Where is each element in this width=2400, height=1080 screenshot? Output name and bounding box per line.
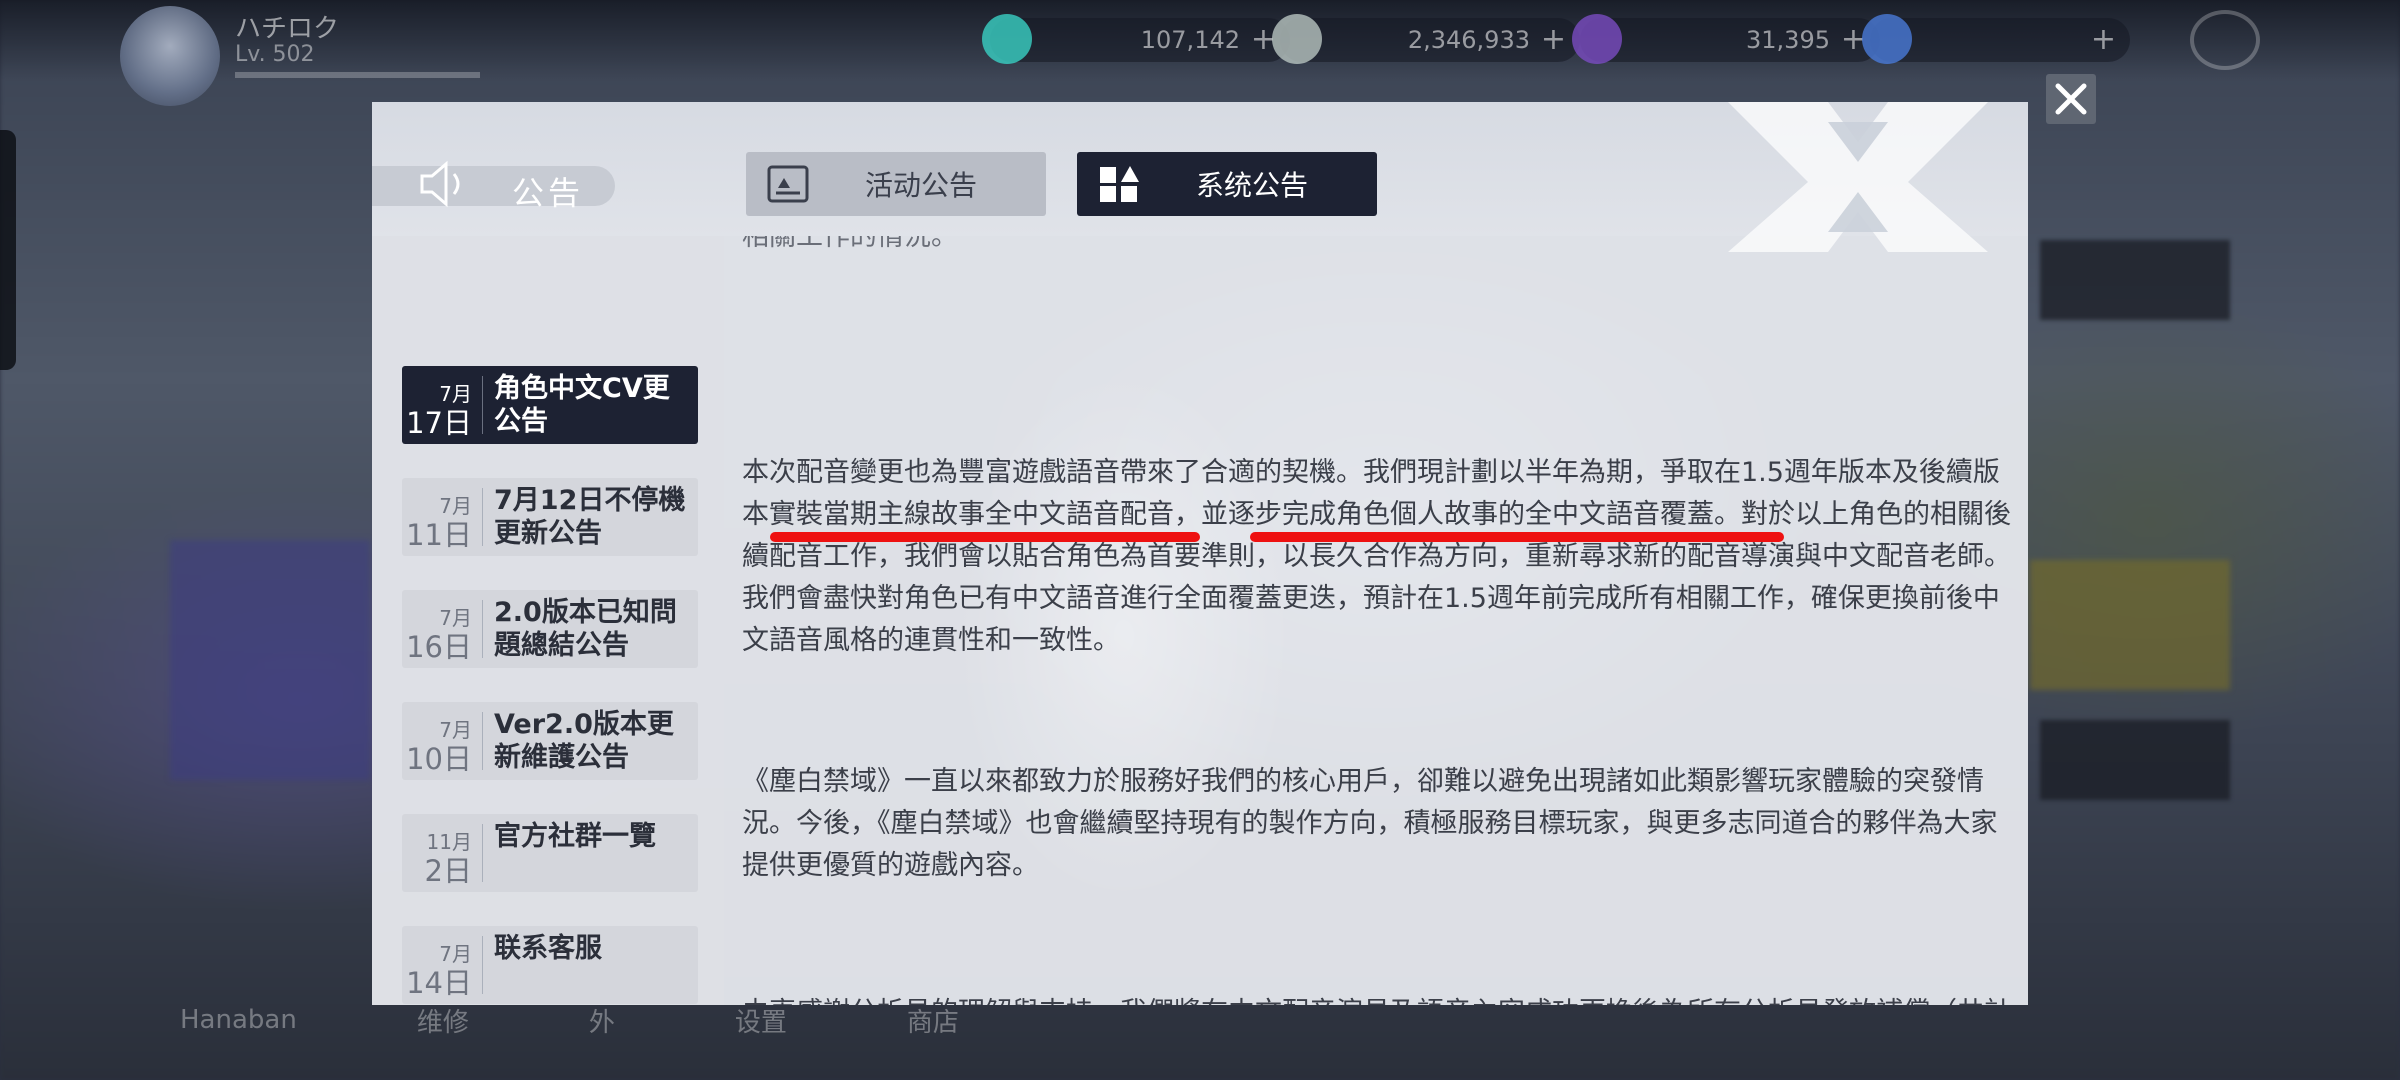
item-title: 官方社群一覽 bbox=[494, 821, 656, 852]
content-paragraph: 本次配音變更也為豐富遊戲語音帶來了合適的契機。我們現計劃以半年為期，爭取在1.5… bbox=[742, 457, 2011, 656]
highlight-underline bbox=[1250, 532, 1784, 542]
bottom-label[interactable]: 商店 bbox=[907, 1002, 959, 1039]
tab-label: 系统公告 bbox=[1195, 169, 1308, 202]
dialog-header: 公告 活动公告 系统公告 bbox=[372, 102, 2028, 252]
content-paragraph: 由衷感謝分析員的理解與支持，我們將在中文配音演員及語音內容成功更換後為所有分析員… bbox=[742, 992, 2012, 1005]
list-item[interactable]: 7月 14日 联系客服 bbox=[402, 926, 698, 1004]
currency-amount: 107,142 bbox=[1140, 26, 1240, 54]
tab-label: 活动公告 bbox=[864, 169, 977, 202]
item-title: 7月12日不停機更新公告 bbox=[494, 485, 686, 549]
logo-decoration-icon bbox=[1728, 102, 1988, 252]
close-button[interactable] bbox=[2046, 74, 2096, 124]
list-item[interactable]: 7月 10日 Ver2.0版本更新維護公告 bbox=[402, 702, 698, 780]
divider bbox=[482, 712, 483, 770]
avatar[interactable] bbox=[120, 6, 220, 106]
tab-system-announcement[interactable]: 系统公告 bbox=[1077, 152, 1377, 216]
divider bbox=[482, 600, 483, 658]
item-date: 7月 10日 bbox=[406, 718, 472, 776]
item-title: 角色中文CV更公告 bbox=[494, 373, 670, 437]
item-date: 7月 14日 bbox=[406, 942, 472, 1000]
list-item[interactable]: 7月 16日 2.0版本已知問題總結公告 bbox=[402, 590, 698, 668]
player-name: ハチロク bbox=[235, 14, 340, 44]
announcement-content[interactable]: 相關工作的情況。 本次配音變更也為豐富遊戲語音帶來了合適的契機。我們現計劃以半年… bbox=[724, 236, 2028, 1005]
player-level: Lv. 502 bbox=[235, 42, 315, 67]
tab-activity-announcement[interactable]: 活动公告 bbox=[746, 152, 1046, 216]
speaker-icon bbox=[420, 160, 460, 208]
crystal-icon bbox=[982, 14, 1032, 64]
item-title: 2.0版本已知問題總結公告 bbox=[494, 597, 677, 661]
announcement-dialog: 公告 活动公告 系统公告 7月 17日 角色中文CV更公告 7月 11日 7月1… bbox=[372, 102, 2028, 1005]
add-icon[interactable]: + bbox=[1541, 22, 1566, 57]
divider bbox=[482, 936, 483, 994]
bottom-label[interactable]: Hanaban bbox=[180, 1005, 297, 1035]
divider bbox=[482, 376, 483, 434]
currency-crystal[interactable]: 107,142 + bbox=[982, 14, 1290, 64]
item-title: 联系客服 bbox=[494, 933, 602, 964]
currency-amount: 2,346,933 bbox=[1407, 26, 1530, 54]
item-date: 7月 11日 bbox=[406, 494, 472, 552]
gem-icon bbox=[1572, 14, 1622, 64]
list-item[interactable]: 7月 17日 角色中文CV更公告 bbox=[402, 366, 698, 444]
item-date: 7月 16日 bbox=[406, 606, 472, 664]
currency-star[interactable]: + bbox=[1862, 14, 2130, 64]
add-icon[interactable]: + bbox=[2091, 22, 2116, 57]
list-item[interactable]: 7月 11日 7月12日不停機更新公告 bbox=[402, 478, 698, 556]
exp-bar bbox=[235, 72, 480, 78]
dialog-title-bar: 公告 bbox=[372, 160, 615, 212]
background-card bbox=[170, 540, 370, 780]
close-icon bbox=[2055, 83, 2087, 115]
bottom-label[interactable]: 设置 bbox=[735, 1002, 787, 1039]
content-paragraph: 相關工作的情況。 bbox=[742, 236, 958, 252]
background-card bbox=[2040, 240, 2230, 320]
bottom-label[interactable]: 外 bbox=[589, 1002, 615, 1039]
star-icon bbox=[1862, 14, 1912, 64]
list-item[interactable]: 11月 2日 官方社群一覽 bbox=[402, 814, 698, 892]
item-title: Ver2.0版本更新維護公告 bbox=[494, 709, 674, 773]
background-card bbox=[2040, 720, 2230, 800]
item-date: 7月 17日 bbox=[406, 382, 472, 440]
top-hud: ハチロク Lv. 502 107,142 + 2,346,933 + 31,39… bbox=[0, 0, 2400, 106]
currency-gem[interactable]: 31,395 + bbox=[1572, 14, 1880, 64]
divider bbox=[482, 824, 483, 882]
currency-coin[interactable]: 2,346,933 + bbox=[1272, 14, 1580, 64]
divider bbox=[482, 488, 483, 546]
side-handle[interactable] bbox=[0, 130, 16, 370]
dialog-title: 公告 bbox=[512, 174, 585, 212]
background-card bbox=[2030, 560, 2230, 690]
content-paragraph: 《塵白禁域》一直以來都致力於服務好我們的核心用戶，卻難以避免出現諸如此類影響玩家… bbox=[742, 766, 1998, 881]
coin-icon bbox=[1272, 14, 1322, 64]
menu-icon[interactable] bbox=[2190, 10, 2260, 70]
currency-amount: 31,395 bbox=[1746, 26, 1830, 54]
item-date: 11月 2日 bbox=[424, 830, 472, 888]
announcement-list: 7月 17日 角色中文CV更公告 7月 11日 7月12日不停機更新公告 7月 … bbox=[372, 236, 724, 1005]
bottom-label[interactable]: 维修 bbox=[417, 1002, 469, 1039]
highlight-underline bbox=[770, 532, 1200, 542]
